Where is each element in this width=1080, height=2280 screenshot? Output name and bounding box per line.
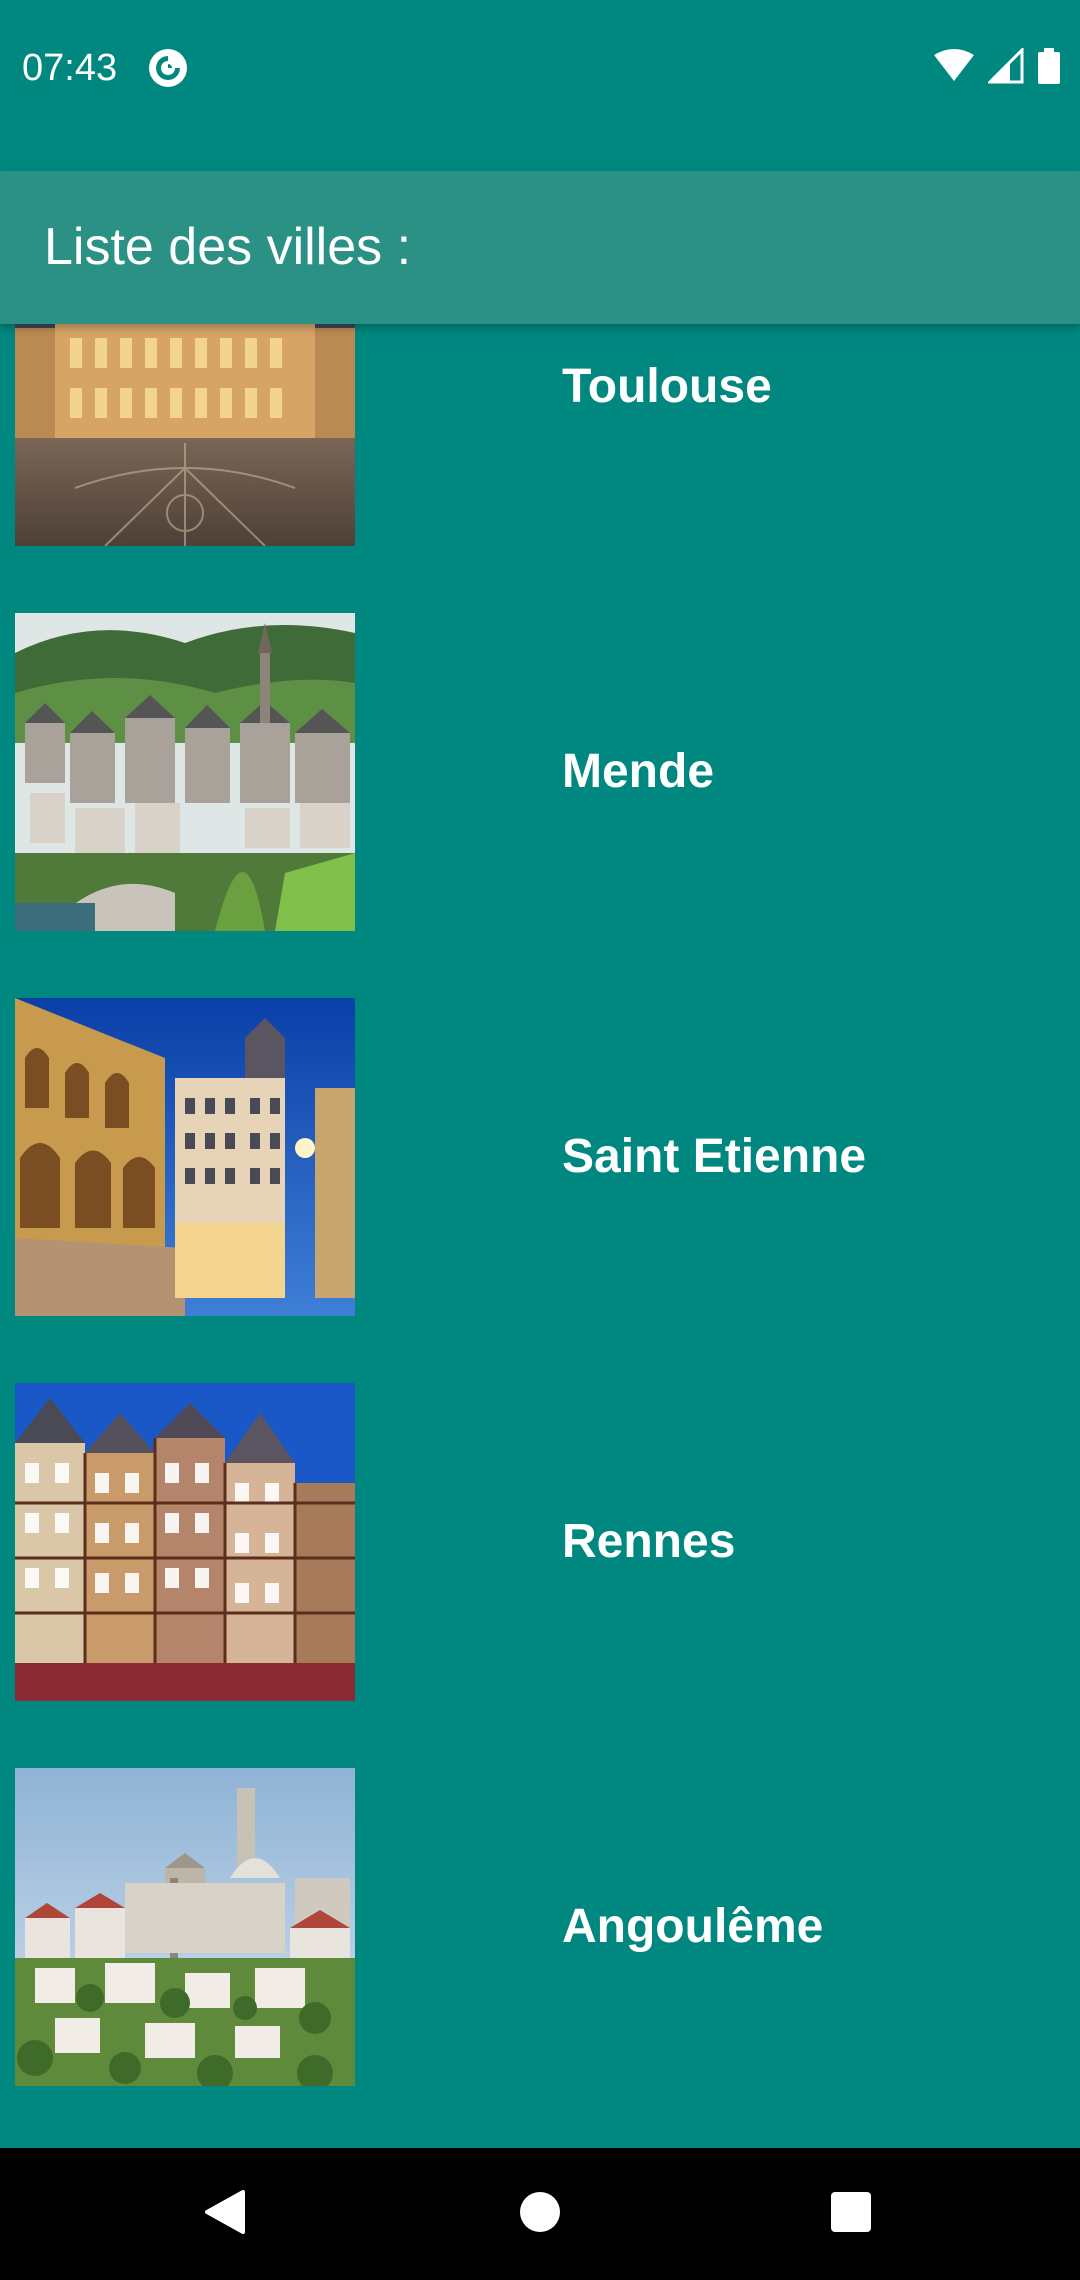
mende-town-photo [15,613,355,931]
recents-icon [830,2191,872,2238]
city-list[interactable]: Toulouse Mende Saint Etienne Rennes Ango… [0,324,1080,2148]
saint-etienne-buildings-photo [15,998,355,1316]
list-item-rennes[interactable]: Rennes [0,1383,1080,1768]
list-item-mende[interactable]: Mende [0,613,1080,998]
status-time: 07:43 [22,47,118,89]
status-icons [934,45,1060,89]
status-bar: 07:43 [0,0,1080,136]
list-item-saint-etienne[interactable]: Saint Etienne [0,998,1080,1383]
city-name: Mende [562,745,715,798]
signal-icon [986,45,1024,89]
toulouse-capitole-photo [15,324,355,546]
page-title: Liste des villes : [44,218,412,276]
pocket-casts-icon [148,48,188,88]
home-icon [519,2191,561,2238]
nav-bar [0,2148,1080,2280]
home-button[interactable] [474,2148,606,2280]
city-name: Rennes [562,1515,736,1568]
city-name: Saint Etienne [562,1130,867,1183]
list-item-angouleme[interactable]: Angoulême [0,1768,1080,2148]
rennes-timbered-houses-photo [15,1383,355,1701]
back-icon [203,2188,247,2241]
back-button[interactable] [159,2148,291,2280]
angouleme-cathedral-photo [15,1768,355,2086]
city-name: Angoulême [562,1900,824,1953]
city-name: Toulouse [562,360,772,413]
screen: 07:43 Liste des villes: Toulouse Mende … [0,0,1080,2280]
list-item-toulouse[interactable]: Toulouse [0,324,1080,613]
app-bar: Liste des villes : [0,171,1080,324]
wifi-icon [934,48,974,88]
recents-button[interactable] [785,2148,917,2280]
battery-icon [1038,47,1060,89]
